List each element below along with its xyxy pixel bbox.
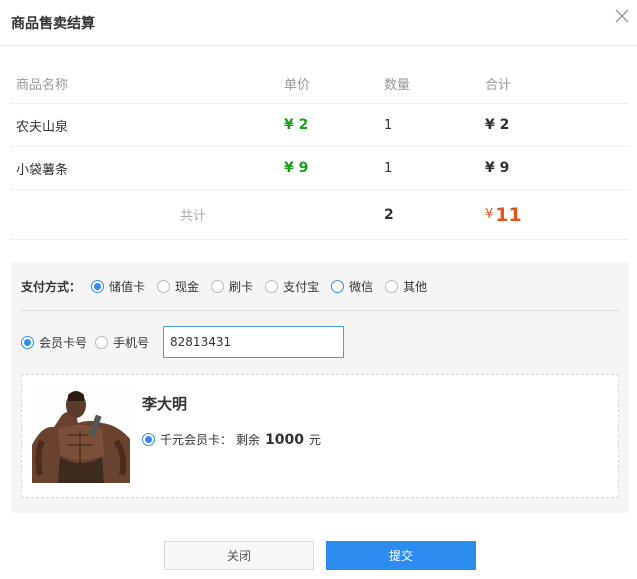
balance-unit: 元 (309, 433, 322, 447)
column-header-qty: 数量 (384, 77, 411, 93)
member-card-option[interactable]: 千元会员卡： 剩余 1000 元 (142, 431, 321, 448)
payment-panel: 支付方式： 储值卡 现金 刷卡 支付宝 微信 其他 会员卡号 手机号 82813… (11, 262, 629, 513)
payment-option-label: 储值卡 (109, 279, 146, 294)
radio-icon[interactable] (331, 279, 345, 293)
payment-option-label: 刷卡 (229, 279, 254, 294)
lookup-option-card-number[interactable]: 会员卡号 (21, 334, 87, 351)
unit-price: ¥ 9 (284, 160, 309, 176)
dialog-title: 商品售卖结算 (11, 16, 95, 32)
quantity: 1 (384, 117, 393, 133)
radio-icon[interactable] (95, 335, 109, 349)
radio-icon[interactable] (265, 279, 279, 293)
column-header-name: 商品名称 (16, 77, 69, 93)
radio-icon[interactable] (211, 279, 225, 293)
radio-icon[interactable] (385, 279, 399, 293)
payment-option-label: 支付宝 (283, 279, 320, 294)
payment-option-alipay[interactable]: 支付宝 (265, 278, 319, 295)
payment-option-cash[interactable]: 现金 (157, 278, 199, 295)
table-header-row: 商品名称 单价 数量 合计 (10, 63, 629, 104)
currency-symbol: ¥ (485, 207, 494, 222)
payment-method-label: 支付方式： (21, 279, 82, 294)
remaining-label: 剩余 (236, 433, 261, 447)
radio-icon[interactable] (91, 279, 105, 293)
payment-method-group: 支付方式： 储值卡 现金 刷卡 支付宝 微信 其他 (21, 276, 439, 296)
radio-icon[interactable] (21, 335, 34, 349)
lookup-option-label: 手机号 (113, 335, 150, 350)
column-header-price: 单价 (284, 77, 311, 93)
grand-total-value: 11 (495, 203, 522, 226)
table-row: 农夫山泉 ¥ 2 1 ¥ 2 (10, 104, 629, 147)
payment-option-card-swipe[interactable]: 刷卡 (211, 278, 253, 295)
product-table: 商品名称 单价 数量 合计 农夫山泉 ¥ 2 1 ¥ 2 小袋薯条 ¥ 9 1 … (10, 63, 629, 240)
quantity: 1 (384, 160, 393, 176)
card-type-label: 千元会员卡： (160, 433, 233, 447)
close-button[interactable]: 关闭 (164, 541, 314, 570)
dialog-header: 商品售卖结算 (0, 0, 637, 46)
lookup-option-phone[interactable]: 手机号 (95, 334, 149, 351)
table-row: 小袋薯条 ¥ 9 1 ¥ 9 (10, 147, 629, 190)
member-card: 李大明 千元会员卡： 剩余 1000 元 (21, 374, 619, 498)
payment-option-label: 其他 (403, 279, 428, 294)
radio-icon[interactable] (157, 279, 171, 293)
member-card-input[interactable] (163, 326, 345, 358)
product-name: 小袋薯条 (16, 162, 69, 178)
radio-icon[interactable] (142, 433, 155, 446)
payment-option-label: 现金 (175, 279, 200, 294)
payment-option-wechat[interactable]: 微信 (331, 278, 373, 295)
close-icon[interactable] (615, 9, 631, 25)
payment-option-stored-card[interactable]: 储值卡 (91, 278, 145, 295)
table-footer-row: 共计 2 ¥11 (10, 190, 629, 240)
grand-total: ¥11 (485, 190, 522, 239)
payment-option-label: 微信 (349, 279, 374, 294)
column-header-total: 合计 (485, 77, 512, 93)
total-label: 共计 (180, 209, 207, 224)
total-quantity: 2 (384, 206, 394, 223)
product-name: 农夫山泉 (16, 119, 69, 135)
divider (21, 310, 619, 311)
lookup-option-label: 会员卡号 (39, 335, 88, 350)
member-lookup-group: 会员卡号 手机号 (21, 326, 345, 358)
balance-value: 1000 (265, 431, 304, 448)
submit-button[interactable]: 提交 (326, 541, 476, 570)
line-total: ¥ 9 (485, 160, 510, 176)
payment-option-other[interactable]: 其他 (385, 278, 427, 295)
avatar (32, 385, 130, 483)
line-total: ¥ 2 (485, 117, 510, 133)
unit-price: ¥ 2 (284, 117, 309, 133)
member-name: 李大明 (142, 395, 188, 413)
